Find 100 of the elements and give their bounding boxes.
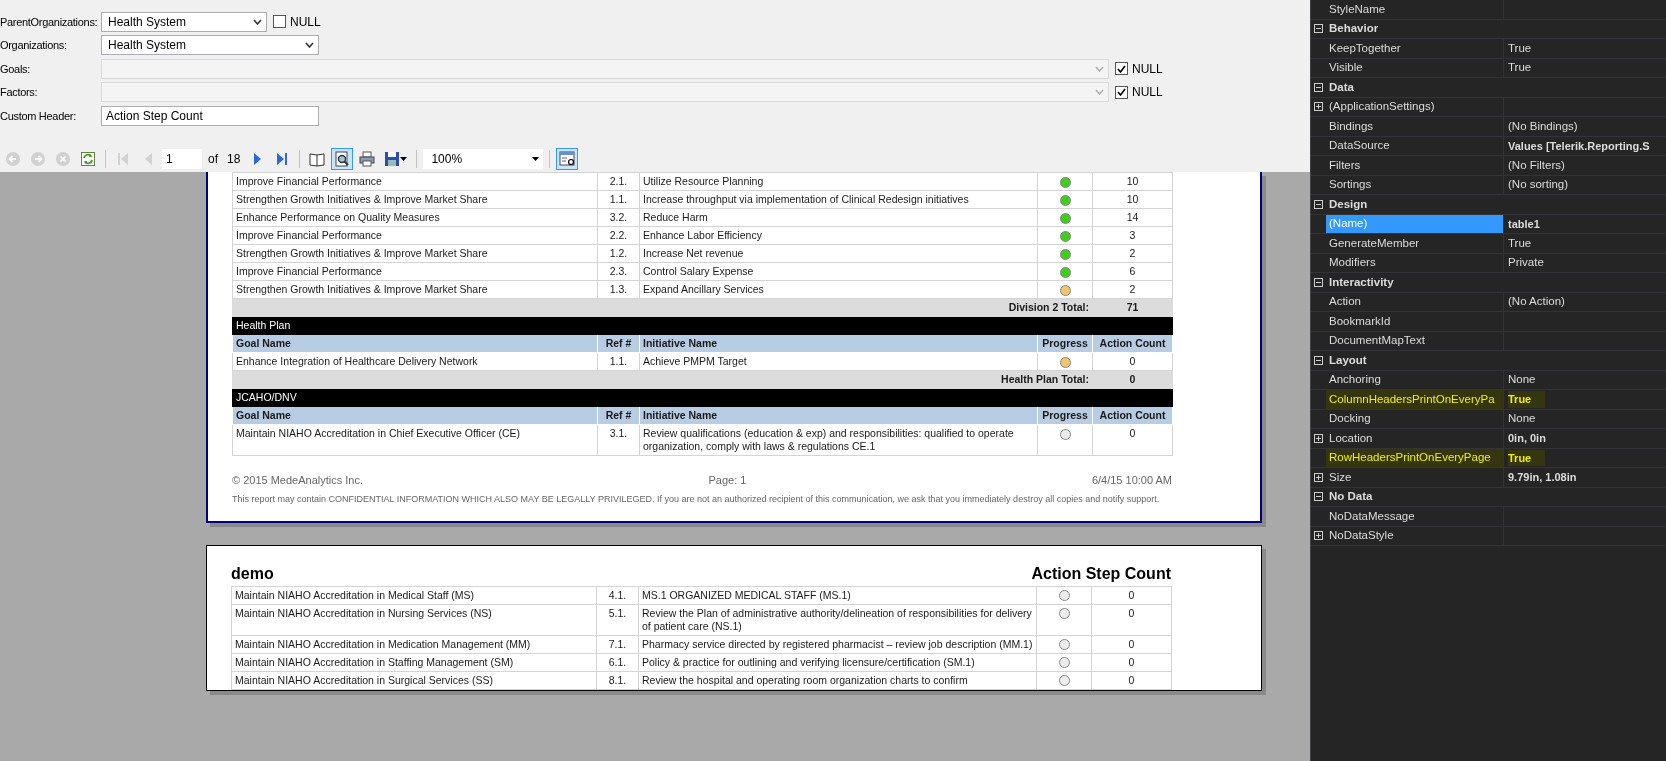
date-text: 6/4/15 10:00 AM	[1091, 473, 1172, 488]
window-icon	[559, 151, 576, 167]
x-circle-icon	[55, 151, 71, 167]
property-name[interactable]: Docking	[1329, 410, 1371, 428]
table-cell: 2	[1092, 244, 1173, 263]
table-cell: Strengthen Growth Initiatives & Improve Market Share	[232, 190, 598, 209]
table-cell: Strengthen Growth Initiatives & Improve Market Share	[232, 280, 598, 299]
collapse-icon[interactable]	[1314, 24, 1323, 34]
property-name[interactable]: Action	[1329, 293, 1361, 311]
table-cell: Improve Financial Performance	[232, 172, 598, 191]
property-value[interactable]: None	[1508, 410, 1536, 428]
property-name[interactable]: Location	[1329, 429, 1373, 447]
property-name[interactable]: StyleName	[1329, 0, 1386, 18]
report-title: demo	[231, 563, 274, 584]
table-cell: Expand Ancillary Services	[639, 280, 1038, 299]
property-value[interactable]: True	[1508, 449, 1546, 466]
table-cell: 0	[1091, 604, 1172, 635]
expand-icon[interactable]	[1314, 472, 1323, 482]
property-name[interactable]: (ApplicationSettings)	[1329, 98, 1435, 116]
property-name[interactable]: Sortings	[1329, 176, 1372, 194]
table-cell: 0	[1091, 635, 1172, 653]
table-cell: 4.1.	[596, 586, 639, 604]
check-icon	[1117, 64, 1126, 73]
input-field[interactable]: Action Step Count	[101, 105, 319, 126]
property-name[interactable]: Modifiers	[1329, 254, 1376, 272]
right-arrow-circle-icon	[30, 151, 46, 167]
table-cell: 1.1.	[597, 352, 640, 371]
property-value[interactable]: (No sorting)	[1508, 176, 1569, 194]
property-name[interactable]: Visible	[1329, 59, 1363, 77]
dropdown-field[interactable]: Health System	[101, 35, 319, 56]
property-name[interactable]: NoDataStyle	[1329, 527, 1394, 545]
chevron-down-icon	[1095, 89, 1104, 96]
table-cell: 8.1.	[596, 671, 639, 689]
dropdown-caret-icon	[400, 157, 408, 161]
print-preview-button[interactable]	[331, 148, 354, 170]
property-value[interactable]: True	[1508, 234, 1532, 252]
field-label: ParentOrganizations:	[0, 14, 99, 30]
property-value[interactable]: True	[1508, 59, 1532, 77]
book-icon	[309, 151, 326, 167]
category-header: Behavior	[1328, 21, 1379, 37]
table-cell: 10	[1092, 172, 1173, 191]
collapse-icon[interactable]	[1314, 492, 1323, 502]
table-cell: Improve Financial Performance	[232, 262, 598, 281]
property-value[interactable]: (No Action)	[1508, 293, 1565, 311]
property-name[interactable]: DataSource	[1329, 137, 1390, 155]
expand-icon[interactable]	[1314, 102, 1323, 112]
check-icon	[1117, 88, 1126, 97]
property-name[interactable]: Bindings	[1329, 117, 1374, 135]
table-cell: Utilize Resource Planning	[639, 172, 1038, 191]
property-name[interactable]: KeepTogether	[1329, 39, 1401, 57]
table-cell: 6	[1092, 262, 1173, 281]
toggle-view-button[interactable]	[556, 148, 579, 170]
property-value[interactable]: True	[1508, 391, 1546, 408]
property-value[interactable]: 9.79in, 1.08in	[1508, 469, 1577, 486]
chevron-down-icon	[1095, 65, 1104, 72]
page-number-field[interactable]: 1	[162, 149, 202, 169]
property-value[interactable]: Values [Telerik.Reporting.S	[1508, 137, 1650, 154]
property-name[interactable]: BookmarkId	[1329, 312, 1391, 330]
property-name[interactable]: Size	[1329, 468, 1352, 486]
table-cell: 2.3.	[597, 262, 640, 281]
table-cell: MS.1 ORGANIZED MEDICAL STAFF (MS.1)	[638, 586, 1037, 604]
expand-icon[interactable]	[1314, 531, 1323, 541]
table-cell: 14	[1092, 208, 1173, 227]
collapse-icon[interactable]	[1314, 82, 1323, 92]
property-name[interactable]: DocumentMapText	[1329, 332, 1425, 350]
collapse-icon[interactable]	[1314, 355, 1323, 365]
table-cell: Maintain NIAHO Accreditation in Staffing Management (SM)	[231, 653, 597, 671]
property-name[interactable]: Anchoring	[1329, 371, 1381, 389]
collapse-icon[interactable]	[1314, 199, 1323, 209]
property-value[interactable]: (No Filters)	[1508, 156, 1565, 174]
table-cell: 10	[1092, 190, 1173, 209]
property-name[interactable]: NoDataMessage	[1329, 507, 1415, 525]
table-cell: Improve Financial Performance	[232, 226, 598, 245]
table-cell: Pharmacy service directed by registered pharmacist – review job description (MM.1)	[638, 635, 1037, 653]
category-header: Interactivity	[1328, 274, 1394, 290]
table-cell: 2	[1092, 280, 1173, 299]
property-value[interactable]: None	[1508, 371, 1536, 389]
page-number-text: Page: 1	[708, 473, 747, 488]
property-value[interactable]: True	[1508, 39, 1532, 57]
property-value[interactable]: Private	[1508, 254, 1544, 272]
dropdown-field[interactable]: Health System	[101, 11, 267, 32]
table-cell: Enhance Labor Efficiency	[639, 226, 1038, 245]
table-cell: 1.2.	[597, 244, 640, 263]
property-value[interactable]: 0in, 0in	[1508, 430, 1546, 447]
property-name[interactable]: GenerateMember	[1329, 234, 1420, 252]
zoom-dropdown[interactable]: 100%	[423, 149, 544, 169]
table-cell: 5.1.	[596, 604, 639, 635]
property-value[interactable]: (No Bindings)	[1508, 117, 1578, 135]
table-cell: 0	[1091, 671, 1172, 689]
property-name[interactable]: Filters	[1329, 156, 1361, 174]
checkbox[interactable]	[273, 15, 286, 29]
field-label: Custom Header:	[0, 108, 77, 124]
table-cell: Enhance Performance on Quality Measures	[232, 208, 598, 227]
expand-icon[interactable]	[1314, 433, 1323, 443]
collapse-icon[interactable]	[1314, 277, 1323, 287]
table-cell: Strengthen Growth Initiatives & Improve Market Share	[232, 244, 598, 263]
table-cell: Maintain NIAHO Accreditation in Medical Staff (MS)	[231, 586, 597, 604]
table-cell: 0	[1091, 586, 1172, 604]
field-label: Goals:	[0, 61, 31, 77]
property-value[interactable]: table1	[1508, 215, 1540, 232]
